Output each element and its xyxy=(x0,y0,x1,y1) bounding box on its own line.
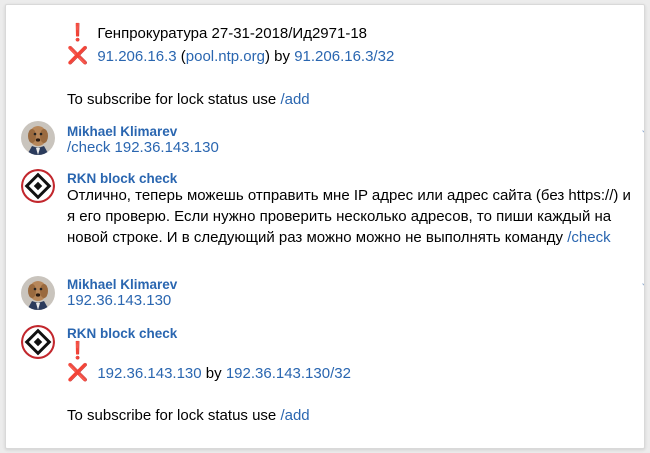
subscribe-line: To subscribe for lock status use /add xyxy=(67,90,310,109)
check-command-link[interactable]: /check xyxy=(67,139,110,156)
cross-icon: ❌ xyxy=(67,46,89,65)
alert-line: ❗ xyxy=(67,341,88,361)
ip-link[interactable]: 91.206.16.3 xyxy=(97,48,176,65)
message-text: 192.36.143.130 xyxy=(67,291,171,310)
subscribe-text: To subscribe for lock status use xyxy=(67,407,281,424)
ip-link[interactable]: 192.36.143.130 xyxy=(97,365,201,382)
message-text: Отлично, теперь можешь отправить мне IP … xyxy=(67,185,639,248)
host-link[interactable]: pool.ntp.org xyxy=(186,48,265,65)
by-text: by xyxy=(270,48,295,65)
rkn-logo-icon xyxy=(21,325,55,359)
blocked-address-line: ❌ 192.36.143.130 by 192.36.143.130/32 xyxy=(67,363,351,383)
add-command-link[interactable]: /add xyxy=(280,407,309,424)
decree-text: Генпрокуратура 27-31-2018/Ид2971-18 xyxy=(97,25,368,42)
bot-avatar[interactable] xyxy=(21,325,55,359)
ip-text: 192.36.143.130 xyxy=(110,139,219,156)
cross-icon: ❌ xyxy=(67,363,89,382)
subnet-link[interactable]: 91.206.16.3/32 xyxy=(294,48,394,65)
by-text: by xyxy=(201,365,226,382)
add-command-link[interactable]: /add xyxy=(280,91,309,108)
subscribe-text: To subscribe for lock status use xyxy=(67,91,281,108)
chevron-down-icon[interactable]: ⌄ xyxy=(640,276,644,289)
user-avatar[interactable] xyxy=(21,276,55,310)
dog-avatar-icon xyxy=(21,276,55,310)
chevron-down-icon[interactable]: ⌄ xyxy=(640,123,644,136)
instruction-text: Отлично, теперь можешь отправить мне IP … xyxy=(67,187,631,246)
check-command-link[interactable]: /check xyxy=(567,229,610,246)
block-record-line: ❗ Генпрокуратура 27-31-2018/Ид2971-18 xyxy=(67,23,367,43)
subscribe-line: To subscribe for lock status use /add xyxy=(67,406,310,425)
rkn-logo-icon xyxy=(21,169,55,203)
paren-open: ( xyxy=(176,48,186,65)
user-avatar[interactable] xyxy=(21,121,55,155)
ip-link[interactable]: 192.36.143.130 xyxy=(67,292,171,309)
dog-avatar-icon xyxy=(21,121,55,155)
subnet-link[interactable]: 192.36.143.130/32 xyxy=(226,365,351,382)
chat-history: ❗ Генпрокуратура 27-31-2018/Ид2971-18 ❌ … xyxy=(5,4,645,449)
exclamation-icon: ❗ xyxy=(67,341,89,360)
message-text: /check 192.36.143.130 xyxy=(67,138,219,157)
blocked-address-line: ❌ 91.206.16.3 (pool.ntp.org) by 91.206.1… xyxy=(67,46,394,66)
bot-avatar[interactable] xyxy=(21,169,55,203)
author-name[interactable]: RKN block check xyxy=(67,325,177,342)
exclamation-icon: ❗ xyxy=(67,23,89,42)
